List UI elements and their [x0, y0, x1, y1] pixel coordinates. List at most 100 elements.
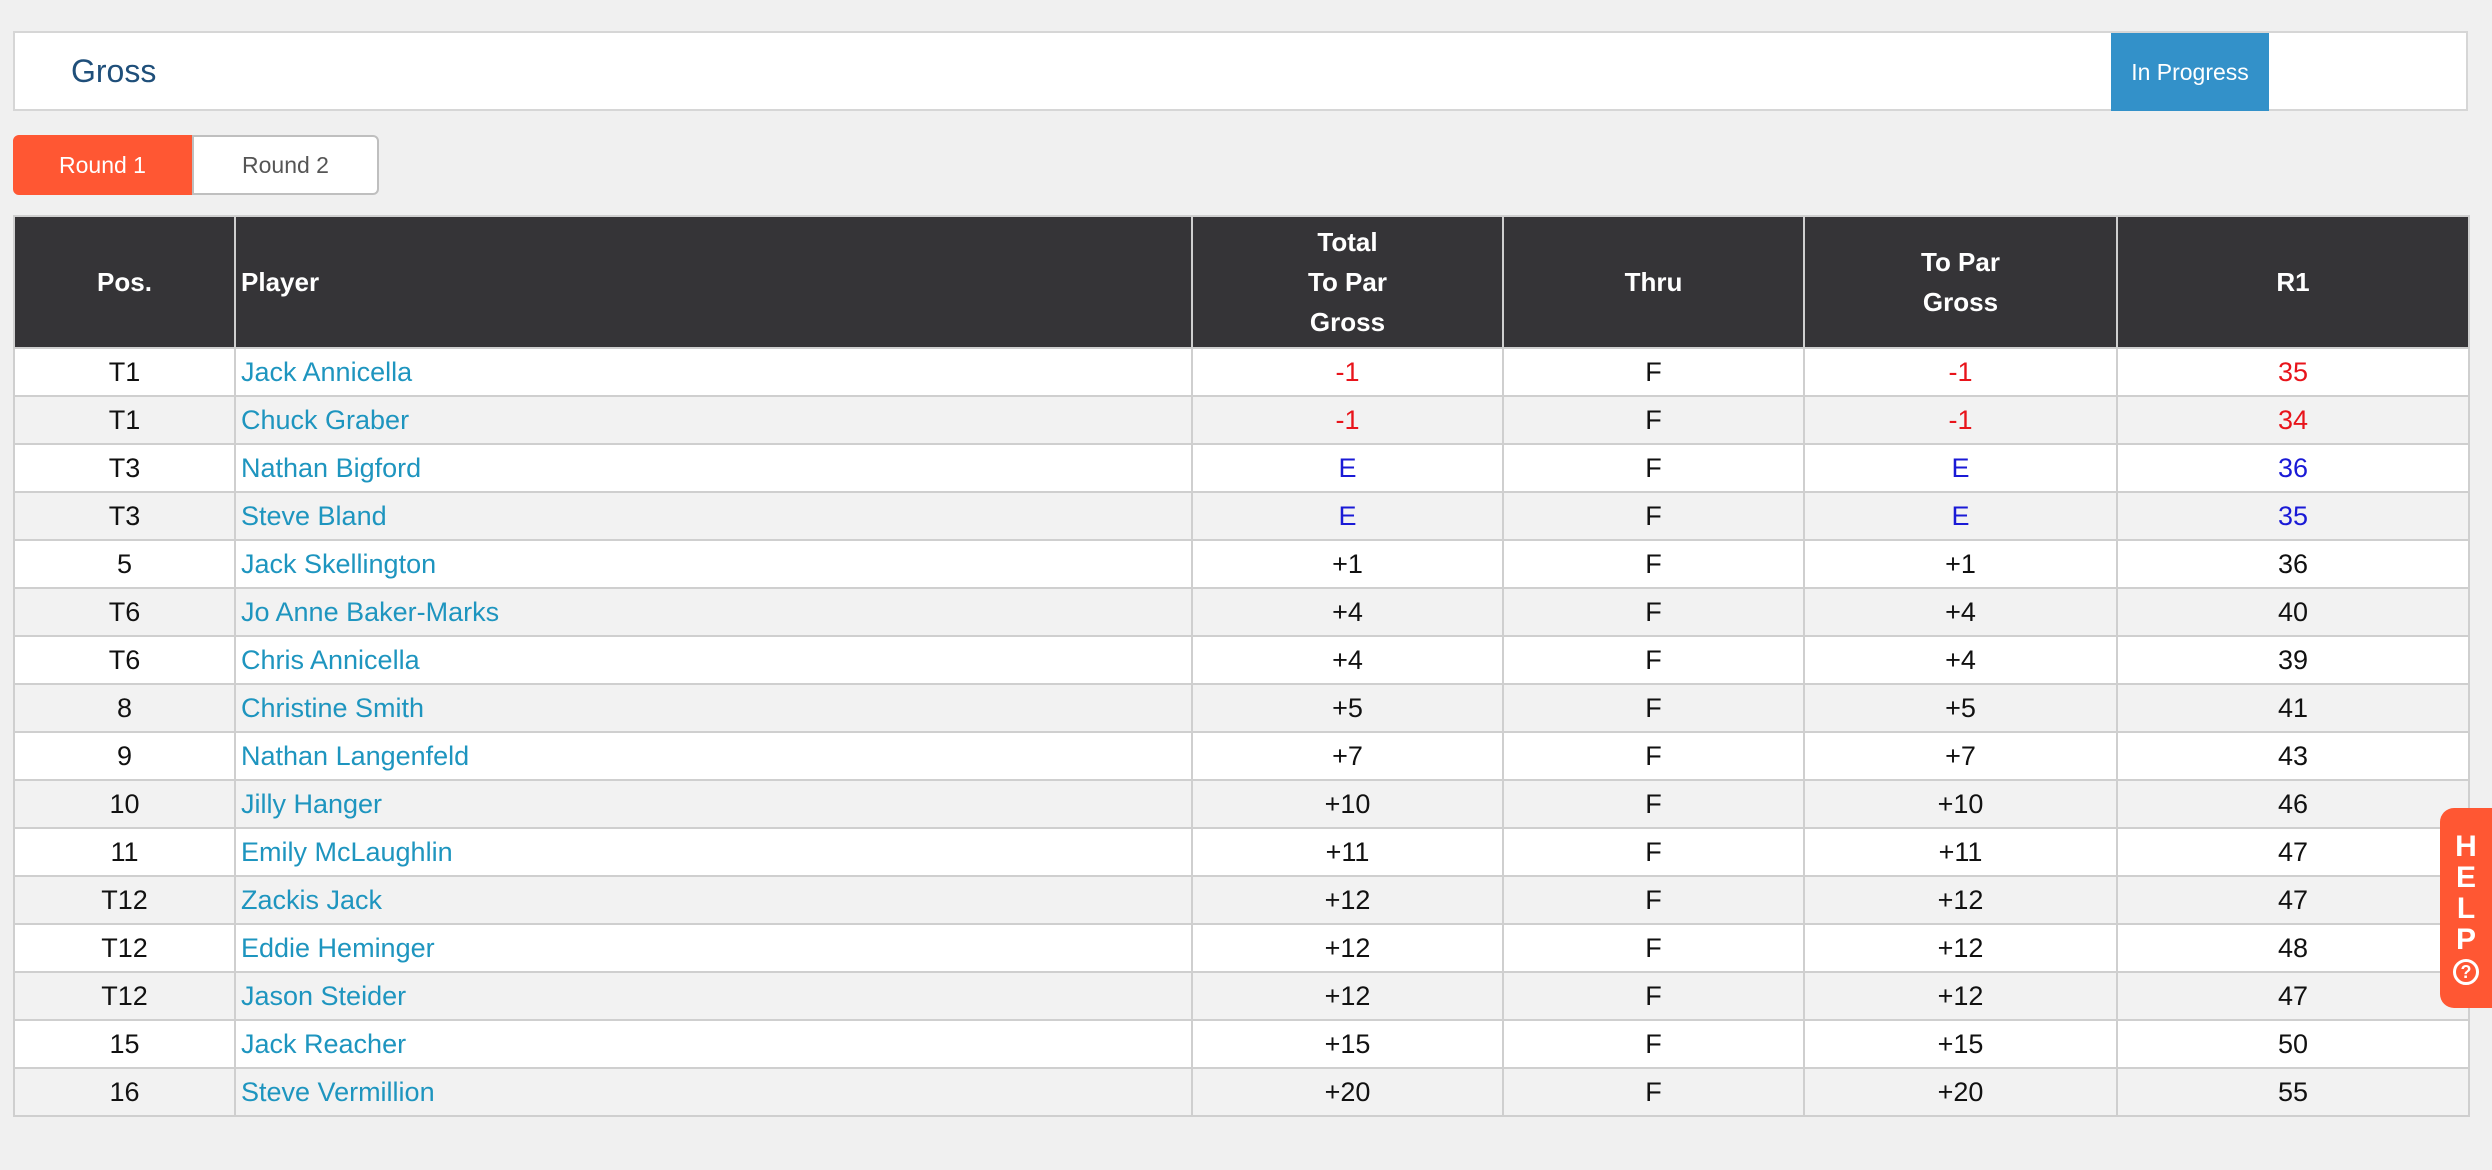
cell-pos: T6 — [13, 635, 236, 685]
column-header-topar-line2: Gross — [1922, 287, 1999, 317]
column-header-thru[interactable]: Thru — [1502, 215, 1805, 349]
cell-thru: F — [1502, 923, 1805, 973]
cell-to-par-gross: +1 — [1803, 539, 2118, 589]
cell-r1: 36 — [2116, 539, 2470, 589]
cell-r1: 47 — [2116, 827, 2470, 877]
cell-total-to-par: +4 — [1191, 635, 1504, 685]
cell-player-link[interactable]: Jo Anne Baker-Marks — [234, 587, 1193, 637]
table-row[interactable]: 10 Jilly Hanger +10 F +10 46 — [13, 779, 2470, 829]
cell-pos: 9 — [13, 731, 236, 781]
cell-player-link[interactable]: Emily McLaughlin — [234, 827, 1193, 877]
cell-player-link[interactable]: Chuck Graber — [234, 395, 1193, 445]
cell-player-link[interactable]: Jack Annicella — [234, 347, 1193, 397]
column-header-topar-line1: To Par — [1921, 247, 2000, 277]
cell-to-par-gross: +11 — [1803, 827, 2118, 877]
cell-to-par-gross: E — [1803, 443, 2118, 493]
cell-total-to-par: +20 — [1191, 1067, 1504, 1117]
cell-to-par-gross: +10 — [1803, 779, 2118, 829]
cell-r1: 39 — [2116, 635, 2470, 685]
cell-thru: F — [1502, 443, 1805, 493]
tab-round-2[interactable]: Round 2 — [192, 135, 379, 195]
table-row[interactable]: T12 Zackis Jack +12 F +12 47 — [13, 875, 2470, 925]
cell-to-par-gross: +12 — [1803, 875, 2118, 925]
cell-thru: F — [1502, 395, 1805, 445]
column-header-total-to-par-gross[interactable]: Total To Par Gross — [1191, 215, 1504, 349]
cell-to-par-gross: +15 — [1803, 1019, 2118, 1069]
cell-pos: T1 — [13, 395, 236, 445]
cell-total-to-par: E — [1191, 443, 1504, 493]
cell-total-to-par: +10 — [1191, 779, 1504, 829]
column-header-total-line2: To Par — [1308, 267, 1387, 297]
table-row[interactable]: 8 Christine Smith +5 F +5 41 — [13, 683, 2470, 733]
column-header-pos[interactable]: Pos. — [13, 215, 236, 349]
table-row[interactable]: T6 Jo Anne Baker-Marks +4 F +4 40 — [13, 587, 2470, 637]
cell-total-to-par: +12 — [1191, 971, 1504, 1021]
cell-r1: 35 — [2116, 347, 2470, 397]
cell-r1: 47 — [2116, 875, 2470, 925]
column-header-total-line3: Gross — [1309, 307, 1386, 337]
cell-to-par-gross: +4 — [1803, 635, 2118, 685]
cell-thru: F — [1502, 347, 1805, 397]
column-header-r1[interactable]: R1 — [2116, 215, 2470, 349]
cell-total-to-par: -1 — [1191, 347, 1504, 397]
cell-player-link[interactable]: Jilly Hanger — [234, 779, 1193, 829]
table-row[interactable]: 16 Steve Vermillion +20 F +20 55 — [13, 1067, 2470, 1117]
cell-player-link[interactable]: Christine Smith — [234, 683, 1193, 733]
cell-pos: 15 — [13, 1019, 236, 1069]
table-row[interactable]: T3 Nathan Bigford E F E 36 — [13, 443, 2470, 493]
cell-total-to-par: +7 — [1191, 731, 1504, 781]
cell-pos: T1 — [13, 347, 236, 397]
page-title: Gross — [71, 53, 157, 89]
cell-to-par-gross: +12 — [1803, 971, 2118, 1021]
cell-player-link[interactable]: Jack Skellington — [234, 539, 1193, 589]
cell-thru: F — [1502, 1019, 1805, 1069]
cell-player-link[interactable]: Chris Annicella — [234, 635, 1193, 685]
table-row[interactable]: T12 Eddie Heminger +12 F +12 48 — [13, 923, 2470, 973]
cell-thru: F — [1502, 875, 1805, 925]
cell-player-link[interactable]: Jack Reacher — [234, 1019, 1193, 1069]
leaderboard-header: Gross In Progress — [13, 31, 2468, 111]
cell-player-link[interactable]: Eddie Heminger — [234, 923, 1193, 973]
cell-player-link[interactable]: Zackis Jack — [234, 875, 1193, 925]
cell-thru: F — [1502, 635, 1805, 685]
cell-player-link[interactable]: Nathan Bigford — [234, 443, 1193, 493]
cell-total-to-par: +12 — [1191, 875, 1504, 925]
table-row[interactable]: 15 Jack Reacher +15 F +15 50 — [13, 1019, 2470, 1069]
cell-thru: F — [1502, 779, 1805, 829]
cell-r1: 41 — [2116, 683, 2470, 733]
cell-to-par-gross: +5 — [1803, 683, 2118, 733]
cell-to-par-gross: -1 — [1803, 395, 2118, 445]
table-row[interactable]: T3 Steve Bland E F E 35 — [13, 491, 2470, 541]
cell-thru: F — [1502, 1067, 1805, 1117]
table-header-row: Pos. Player Total To Par Gross Thru To P… — [13, 215, 2470, 349]
table-row[interactable]: 11 Emily McLaughlin +11 F +11 47 — [13, 827, 2470, 877]
cell-player-link[interactable]: Nathan Langenfeld — [234, 731, 1193, 781]
column-header-player[interactable]: Player — [234, 215, 1193, 349]
leaderboard-body: T1 Jack Annicella -1 F -1 35 T1 Chuck Graber -1 F… — [13, 347, 2470, 1117]
cell-player-link[interactable]: Steve Vermillion — [234, 1067, 1193, 1117]
table-row[interactable]: T6 Chris Annicella +4 F +4 39 — [13, 635, 2470, 685]
cell-pos: T3 — [13, 491, 236, 541]
table-row[interactable]: T12 Jason Steider +12 F +12 47 — [13, 971, 2470, 1021]
tab-round-1[interactable]: Round 1 — [13, 135, 192, 195]
cell-total-to-par: +11 — [1191, 827, 1504, 877]
cell-player-link[interactable]: Steve Bland — [234, 491, 1193, 541]
help-button[interactable]: H E L P ? — [2440, 808, 2492, 1008]
table-row[interactable]: T1 Chuck Graber -1 F -1 34 — [13, 395, 2470, 445]
cell-r1: 50 — [2116, 1019, 2470, 1069]
cell-pos: T6 — [13, 587, 236, 637]
cell-to-par-gross: E — [1803, 491, 2118, 541]
round-tabs: Round 1 Round 2 — [13, 135, 379, 195]
cell-pos: T12 — [13, 971, 236, 1021]
table-row[interactable]: 9 Nathan Langenfeld +7 F +7 43 — [13, 731, 2470, 781]
cell-r1: 48 — [2116, 923, 2470, 973]
cell-r1: 40 — [2116, 587, 2470, 637]
table-row[interactable]: T1 Jack Annicella -1 F -1 35 — [13, 347, 2470, 397]
cell-to-par-gross: +4 — [1803, 587, 2118, 637]
cell-pos: T12 — [13, 875, 236, 925]
column-header-to-par-gross[interactable]: To Par Gross — [1803, 215, 2118, 349]
table-row[interactable]: 5 Jack Skellington +1 F +1 36 — [13, 539, 2470, 589]
cell-player-link[interactable]: Jason Steider — [234, 971, 1193, 1021]
cell-to-par-gross: -1 — [1803, 347, 2118, 397]
cell-r1: 34 — [2116, 395, 2470, 445]
